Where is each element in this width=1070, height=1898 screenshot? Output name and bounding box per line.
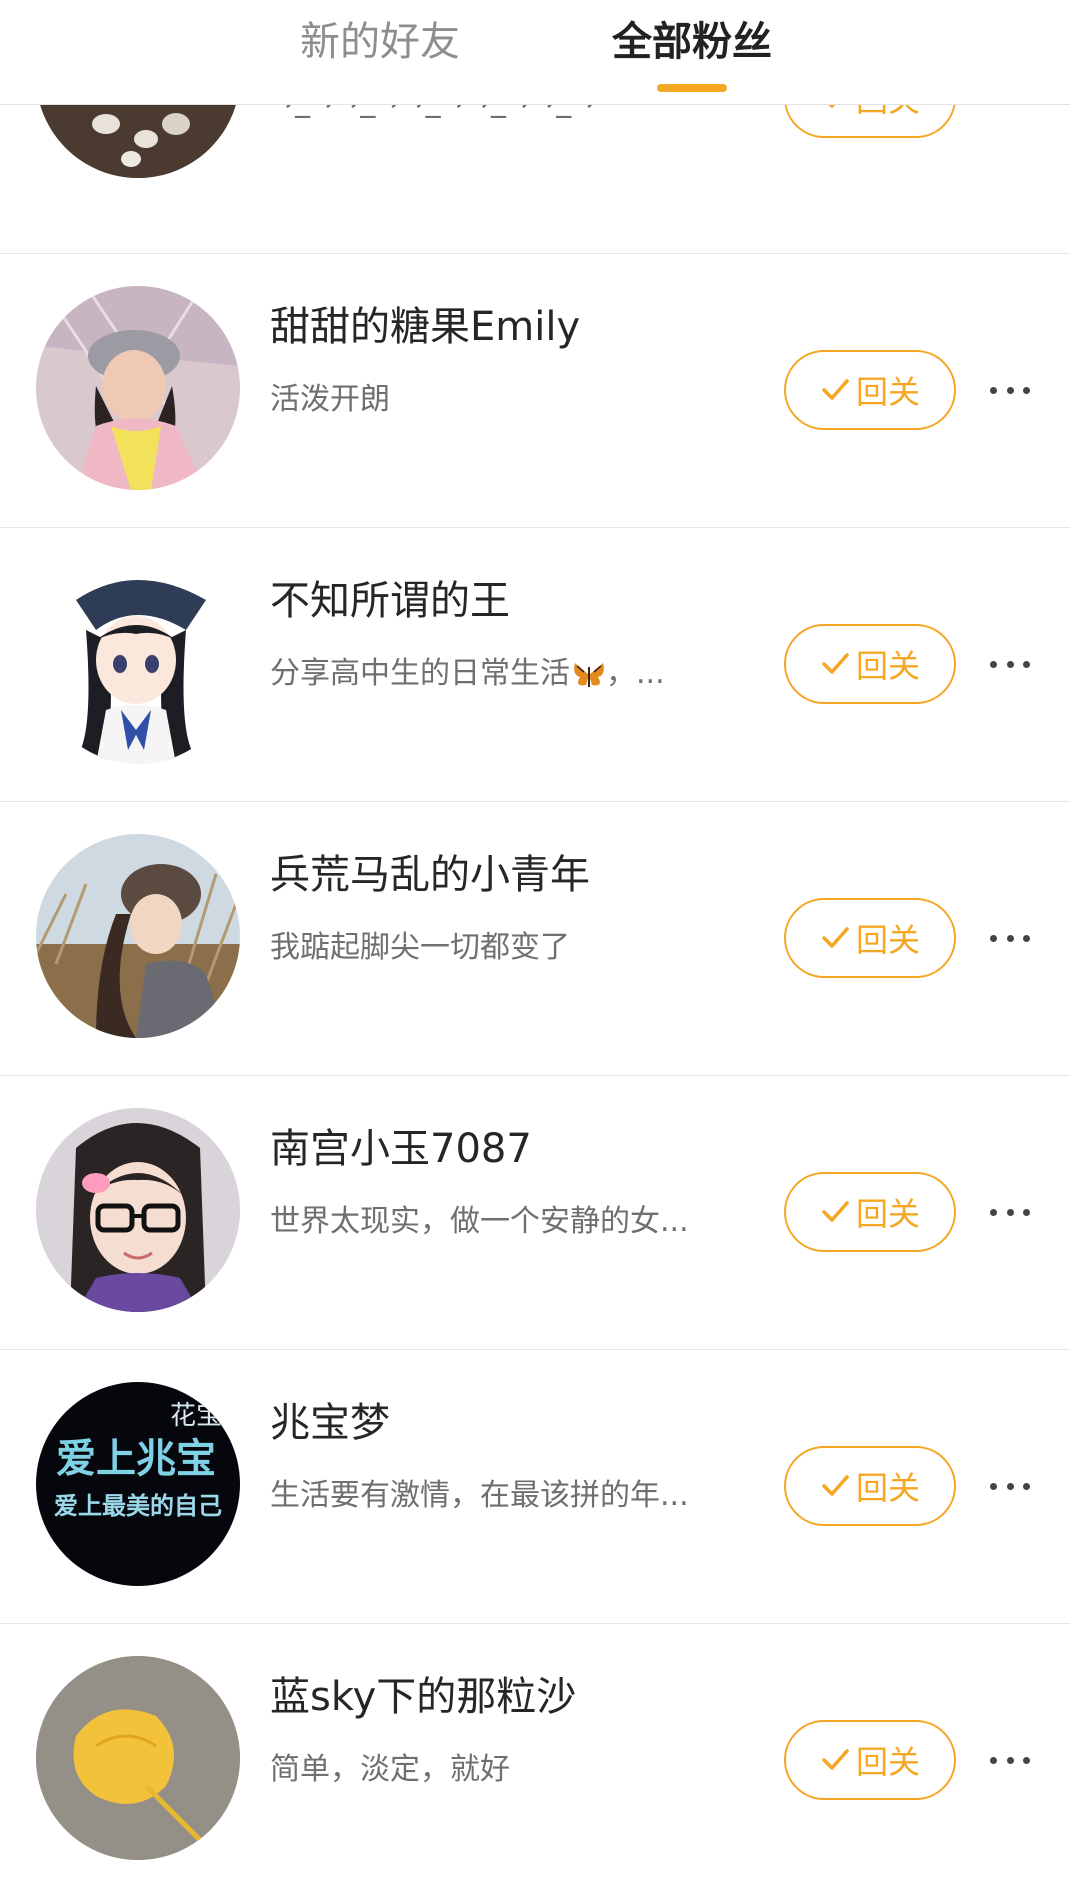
tab-bar: 新的好友 全部粉丝: [0, 0, 1070, 105]
follow-back-label: 回关: [855, 373, 920, 411]
more-icon[interactable]: [990, 644, 1030, 684]
fan-name[interactable]: 不知所谓的王: [270, 568, 510, 626]
avatar[interactable]: [36, 1656, 240, 1860]
avatar[interactable]: [36, 834, 240, 1038]
check-icon: [820, 1471, 850, 1501]
fan-description: 世界太现实，做一个安静的女...: [270, 1204, 689, 1239]
check-icon: [820, 1197, 850, 1227]
follow-back-button[interactable]: 回关: [784, 1446, 956, 1526]
list-item[interactable]: 花宝 爱上兆宝 爱上最美的自己 兆宝梦 生活要有激情，在最该拼的年... 回关: [0, 1350, 1070, 1624]
follow-back-label: 回关: [855, 1195, 920, 1233]
active-tab-indicator: [657, 84, 727, 92]
more-icon[interactable]: [990, 370, 1030, 410]
tab-new-friends[interactable]: 新的好友: [280, 14, 480, 70]
check-icon: [820, 649, 850, 679]
follow-back-button[interactable]: 回关: [784, 624, 956, 704]
avatar-text-line2: 爱上最美的自己: [54, 1492, 222, 1520]
more-icon[interactable]: [990, 1192, 1030, 1232]
list-item[interactable]: 甜甜的糖果Emily 活泼开朗 回关: [0, 254, 1070, 528]
check-icon: [820, 1745, 850, 1775]
follow-back-button[interactable]: 回关: [784, 350, 956, 430]
avatar[interactable]: 花宝 爱上兆宝 爱上最美的自己: [36, 1382, 240, 1586]
fan-description: 简单，淡定，就好: [270, 1752, 510, 1787]
follow-back-label: 回关: [855, 647, 920, 685]
fan-description: 活泼开朗: [270, 382, 390, 417]
list-item[interactable]: 兵荒马乱的小青年 我踮起脚尖一切都变了 回关: [0, 802, 1070, 1076]
avatar-text-corner: 花宝: [170, 1401, 222, 1431]
follow-back-label: 回关: [855, 1743, 920, 1781]
list-item[interactable]: 蓝sky下的那粒沙 简单，淡定，就好 回关: [0, 1624, 1070, 1898]
fans-list: →_→→_→→_→→_→→_→ 回关 甜甜的糖果Emily 活泼开: [0, 0, 1070, 1881]
check-icon: [820, 923, 850, 953]
follow-back-button[interactable]: 回关: [784, 898, 956, 978]
avatar[interactable]: [36, 560, 240, 764]
tab-all-fans[interactable]: 全部粉丝: [592, 14, 792, 70]
follow-back-label: 回关: [855, 921, 920, 959]
fan-name[interactable]: 甜甜的糖果Emily: [270, 294, 580, 352]
fan-description: 分享高中生的日常生活 ，...: [270, 648, 665, 692]
fan-description: 我踮起脚尖一切都变了: [270, 930, 570, 965]
fan-name[interactable]: 蓝sky下的那粒沙: [270, 1664, 576, 1722]
fan-name[interactable]: 兆宝梦: [270, 1390, 390, 1448]
fan-name[interactable]: 南宫小玉7087: [270, 1116, 532, 1174]
follow-back-button[interactable]: 回关: [784, 1720, 956, 1800]
list-item[interactable]: 不知所谓的王 分享高中生的日常生活 ，... 回关: [0, 528, 1070, 802]
check-icon: [820, 375, 850, 405]
more-icon[interactable]: [990, 1740, 1030, 1780]
follow-back-label: 回关: [855, 1469, 920, 1507]
avatar-text-line1: 爱上兆宝: [56, 1436, 216, 1482]
fan-name[interactable]: 兵荒马乱的小青年: [270, 842, 590, 900]
butterfly-icon: [574, 662, 604, 687]
more-icon[interactable]: [990, 918, 1030, 958]
avatar[interactable]: [36, 286, 240, 490]
fan-description-text: 分享高中生的日常生活: [270, 656, 570, 691]
fan-description-suffix: ，...: [606, 656, 665, 691]
avatar[interactable]: [36, 1108, 240, 1312]
fan-description: 生活要有激情，在最该拼的年...: [270, 1478, 689, 1513]
more-icon[interactable]: [990, 1466, 1030, 1506]
list-item[interactable]: 南宫小玉7087 世界太现实，做一个安静的女... 回关: [0, 1076, 1070, 1350]
follow-back-button[interactable]: 回关: [784, 1172, 956, 1252]
